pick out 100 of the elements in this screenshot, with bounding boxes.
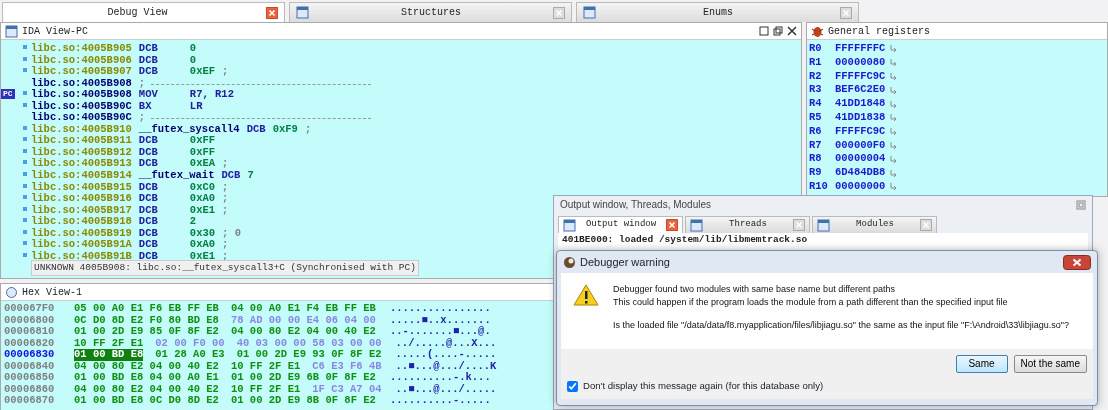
operand: 0xFF [189,135,216,147]
address: libc.so:4005B907 [31,66,132,78]
hex-address: 00006820 [4,337,56,350]
hex-bytes: 01 00 2D E9 6B 0F 8F E2 [230,372,376,384]
register-value: FFFFFFFC [835,42,886,56]
hex-bytes: 01 00 2D E9 85 0F 8F E2 [74,326,219,338]
tab[interactable]: Threads [685,216,810,233]
bug-icon [811,24,824,38]
operand: 0xA0 [189,193,216,205]
close-icon [666,219,678,231]
message-text: Is the loaded file "/data/data/f8.myapplication/files/libjiagu.so" the same as the input file "F:\Android\33\libjiagu.so"? [613,319,1070,332]
register-name: R6 [809,124,823,139]
mnemonic: DCB [138,181,159,194]
jump-arrow-icon [889,113,899,123]
register-value: 00000004 [835,152,886,167]
dialog-button[interactable]: Same [955,355,1008,373]
hex-address: 00006850 [4,372,56,384]
mnemonic: DCB [221,170,242,182]
bullet-icon [23,206,27,211]
operand: 0 [189,43,197,55]
bullet-icon [23,252,27,257]
dialog-button[interactable]: Not the same [1013,355,1087,373]
ascii-text: ../.....@...X... [395,337,497,349]
hex-bytes: 40 03 00 00 58 03 00 00 [236,337,382,350]
close-icon [793,219,805,231]
operand: 0x30 [189,227,216,240]
ascii-text: ..■...@.../....K [395,360,497,372]
checkbox[interactable] [567,380,578,392]
comment: ; [222,204,229,217]
ascii-text: .....(....-..... [395,349,497,361]
tab[interactable]: Output window [558,216,683,233]
bullet-icon [23,45,27,49]
bullet-icon [23,56,27,61]
hex-bytes: C6 E3 F6 4B [312,360,382,373]
message-text: This could happen if the program loads the module from a path different than the specified input file [613,295,1009,308]
operand: 0xF9 [272,123,298,136]
operand: R7, R12 [189,89,234,101]
tab[interactable]: Modules [812,216,937,233]
address: libc.so:4005B914 [31,170,132,182]
window-icon [817,218,830,232]
mnemonic: BX [138,100,153,113]
mnemonic: DCB [138,158,159,170]
address: libc.so:4005B918 [31,216,132,228]
hex-bytes: 10 FF 2F E1 [230,360,301,373]
ascii-text: ..........-.k... [389,372,491,384]
address: libc.so:4005B908 [31,89,132,101]
comment: ; [138,77,146,90]
hex-view-icon [5,285,18,299]
checkbox-label: Don't display this message again (for this database only) [583,379,824,393]
bullet-icon [23,91,27,96]
bullet-icon [23,125,27,130]
register-name: R7 [809,138,823,153]
bullet-icon [23,68,27,73]
register-name: R5 [809,111,823,125]
hex-bytes: 10 FF 2F E1 [230,383,301,396]
address: libc.so:4005B90C [31,100,132,112]
operand: 0xA0 [189,239,216,251]
bullet-icon [23,241,27,246]
jump-arrow-icon [889,168,899,178]
hex-address: 00006870 [4,395,56,407]
tab[interactable]: Enums [576,2,859,22]
ascii-text: ..-.......■...@. [389,326,491,338]
restore-icon [1076,199,1086,210]
mnemonic: DCB [138,204,159,217]
hex-bytes: 04 00 80 E2 04 00 40 E2 [230,326,376,338]
address: libc.so:4005B91A [31,239,132,251]
close-icon [920,219,932,231]
address: libc.so:4005B916 [31,193,132,205]
address: libc.so:4005B911 [31,135,132,147]
hex-bytes: 10 FF 2F E1 [74,337,144,350]
mnemonic: MOV [138,89,159,101]
bullet-icon [23,172,27,176]
hex-address: 00006860 [4,383,56,396]
address: libc.so:4005B919 [31,227,132,239]
address: libc.so:4005B905 [31,43,132,55]
bullet-icon [23,102,27,107]
hex-bytes: 04 00 80 E2 04 00 40 E2 [74,360,219,373]
operand: 0xFF [189,146,216,159]
close-icon [840,6,852,19]
hex-address: 00006840 [4,360,56,373]
label-name: __futex_wait [138,170,215,182]
bullet-icon [23,195,27,200]
bullet-icon [23,218,27,223]
register-value: 41DD1848 [835,97,886,111]
panel-title: Output window, Threads, Modules [560,198,712,212]
tab[interactable]: Debug View [2,2,285,22]
window-icon [583,6,596,19]
operand: 2 [189,216,197,228]
hex-bytes: 01 00 2D E9 93 0F 8F E2 [236,349,382,361]
dialog-title: Debugger warning [580,254,671,270]
jump-arrow-icon [889,99,899,109]
register-name: R4 [809,97,823,111]
register-name: R9 [809,166,823,180]
address: libc.so:4005B908 [31,77,132,89]
jump-arrow-icon [889,58,899,68]
window-icon [296,6,309,19]
bullet-icon [23,160,27,165]
register-name: R0 [809,42,823,56]
tab[interactable]: Structures [289,2,572,22]
close-button[interactable] [1063,254,1091,270]
